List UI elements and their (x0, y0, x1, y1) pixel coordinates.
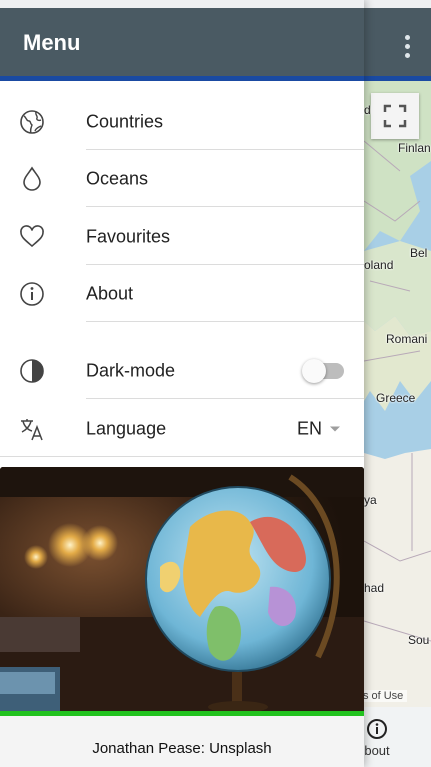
divider (86, 206, 364, 207)
dark-mode-toggle[interactable] (302, 358, 345, 383)
map-label: oland (364, 258, 394, 272)
language-value: EN (297, 418, 323, 438)
translate-icon (21, 418, 43, 440)
menu-item-countries[interactable]: Countries (0, 93, 364, 150)
divider (86, 398, 364, 399)
menu-item-oceans[interactable]: Oceans (0, 150, 364, 207)
drawer-title: Menu (23, 30, 81, 55)
menu-item-favourites[interactable]: Favourites (0, 208, 364, 265)
map-label: Sou (408, 633, 430, 647)
info-icon (367, 719, 387, 739)
map-label: had (364, 581, 385, 595)
globe-icon (20, 109, 44, 134)
setting-label: Dark-mode (86, 360, 176, 380)
map-label: Romani (386, 332, 428, 346)
bottom-nav-about-label: bout (364, 743, 390, 758)
dropdown-caret-icon (330, 426, 341, 431)
drawer-header: Menu (0, 8, 364, 76)
water-drop-icon (23, 166, 41, 191)
menu-item-label: Oceans (86, 168, 149, 188)
divider (0, 456, 364, 457)
fullscreen-icon (383, 104, 407, 128)
map-label: Finlan (398, 141, 431, 155)
language-select[interactable]: EN (297, 418, 341, 439)
fullscreen-button[interactable] (371, 93, 419, 139)
heart-icon (20, 224, 44, 247)
menu-item-label: About (86, 283, 134, 303)
globe-photo (0, 467, 364, 711)
drawer-accent-bar (0, 76, 364, 81)
map-label: Greece (376, 391, 416, 405)
setting-dark-mode[interactable]: Dark-mode (0, 342, 364, 399)
globe-photo-image (0, 467, 364, 711)
toggle-thumb (302, 358, 326, 383)
setting-language[interactable]: Language EN (0, 400, 364, 457)
map-label: Bel (410, 246, 428, 260)
divider (86, 321, 364, 322)
contrast-icon (20, 358, 44, 383)
menu-item-label: Countries (86, 111, 164, 131)
photo-credit: Jonathan Pease: Unsplash (0, 716, 364, 767)
menu-item-about[interactable]: About (0, 265, 364, 322)
info-icon (20, 281, 44, 306)
more-vert-icon[interactable] (397, 26, 417, 66)
map-label: ya (364, 493, 377, 507)
drawer-status-strip (0, 0, 364, 8)
photo-credit-text: Jonathan Pease: Unsplash (92, 740, 272, 757)
setting-label: Language (86, 418, 167, 438)
menu-item-label: Favourites (86, 226, 171, 246)
navigation-drawer: Menu Countries Oceans Favourites About D… (0, 0, 364, 767)
